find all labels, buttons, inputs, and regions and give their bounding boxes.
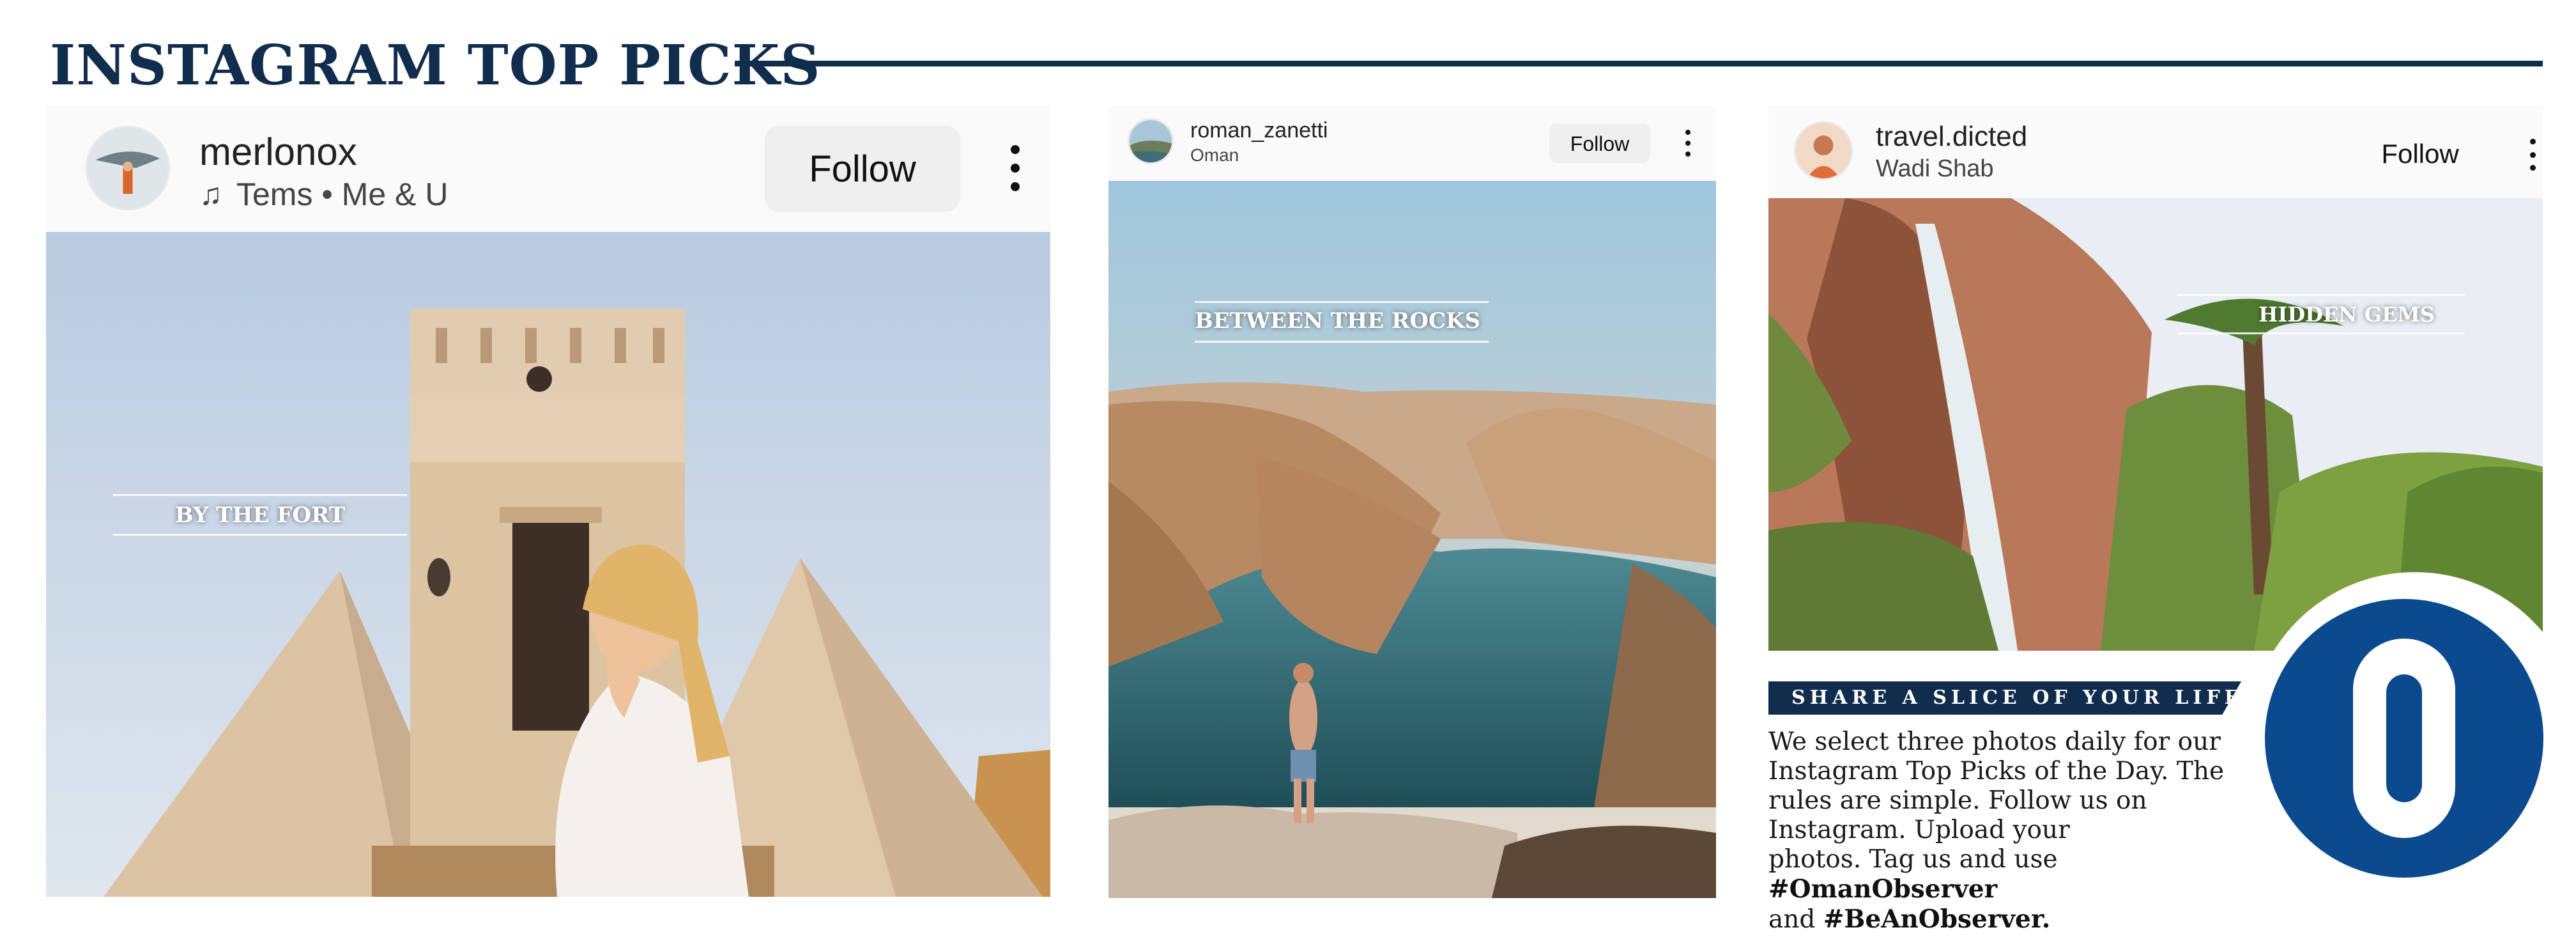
caption-rule-bottom — [2177, 332, 2465, 334]
info-line: Instagram. Upload your — [1768, 816, 2070, 844]
banner-text: SHARE A SLICE OF YOUR LIFE — [1791, 687, 2244, 709]
caption-rule-top — [1195, 301, 1489, 303]
post-header: roman_zanetti Oman Follow — [1108, 105, 1716, 181]
avatar[interactable] — [1128, 118, 1174, 164]
photo-caption: BY THE FORT — [174, 502, 346, 528]
post-header: merlonox ♫ Tems • Me & U Follow — [46, 105, 1050, 232]
caption-rule-bottom — [1195, 341, 1489, 343]
observer-logo-icon — [2265, 599, 2543, 878]
info-text: We select three photos daily for our Ins… — [1768, 727, 2280, 935]
info-line: and #BeAnObserver. — [1768, 904, 2051, 934]
more-vertical-icon[interactable] — [1685, 130, 1690, 157]
post-location[interactable]: Wadi Shab — [1876, 155, 1993, 183]
instagram-post-roman-zanetti: roman_zanetti Oman Follow BETWEEN THE RO… — [1108, 105, 1716, 898]
info-line: photos. Tag us and use #OmanObserver — [1768, 845, 2058, 904]
info-line: Instagram Top Picks of the Day. The — [1768, 757, 2225, 786]
more-vertical-icon[interactable] — [1011, 145, 1020, 191]
follow-button[interactable]: Follow — [765, 126, 960, 212]
post-username[interactable]: roman_zanetti — [1190, 118, 1328, 143]
photo-caption: BETWEEN THE ROCKS — [1195, 308, 1481, 334]
avatar-image — [88, 128, 168, 208]
hashtag-be-an-observer[interactable]: #BeAnObserver. — [1823, 904, 2051, 934]
caption-rule-top — [2177, 294, 2465, 296]
post-username[interactable]: travel.dicted — [1876, 121, 2027, 153]
photo-caption: HIDDEN GEMS — [2258, 302, 2435, 327]
avatar[interactable] — [86, 126, 170, 210]
post-username[interactable]: merlonox — [199, 130, 357, 174]
more-vertical-icon[interactable] — [2530, 139, 2536, 171]
avatar-image — [1130, 120, 1172, 162]
caption-rule-bottom — [113, 534, 407, 536]
music-note-icon: ♫ — [199, 177, 222, 212]
fort-photo — [46, 232, 1050, 897]
hashtag-oman-observer[interactable]: #OmanObserver — [1768, 874, 1997, 904]
post-photo[interactable]: BETWEEN THE ROCKS — [1108, 181, 1716, 898]
fjord-photo — [1108, 181, 1716, 898]
page-title: INSTAGRAM TOP PICKS — [50, 33, 821, 98]
follow-button[interactable]: Follow — [2366, 131, 2474, 176]
info-line: rules are simple. Follow us on — [1768, 786, 2147, 815]
share-banner: SHARE A SLICE OF YOUR LIFE — [1768, 681, 2241, 715]
caption-rule-top — [113, 494, 407, 496]
avatar[interactable] — [1794, 121, 1853, 180]
post-audio[interactable]: ♫ Tems • Me & U — [199, 176, 448, 213]
avatar-image — [1796, 123, 1851, 178]
heading-rule — [735, 61, 2543, 66]
info-line: We select three photos daily for our — [1768, 727, 2221, 756]
follow-button[interactable]: Follow — [1549, 123, 1650, 163]
post-photo[interactable]: BY THE FORT — [46, 232, 1050, 897]
post-header: travel.dicted Wadi Shab Follow — [1768, 105, 2543, 198]
post-location[interactable]: Oman — [1190, 145, 1239, 166]
observer-logo — [2265, 599, 2543, 878]
instagram-post-merlonox: merlonox ♫ Tems • Me & U Follow BY THE F… — [46, 105, 1050, 897]
audio-track-label: Tems • Me & U — [236, 176, 448, 212]
